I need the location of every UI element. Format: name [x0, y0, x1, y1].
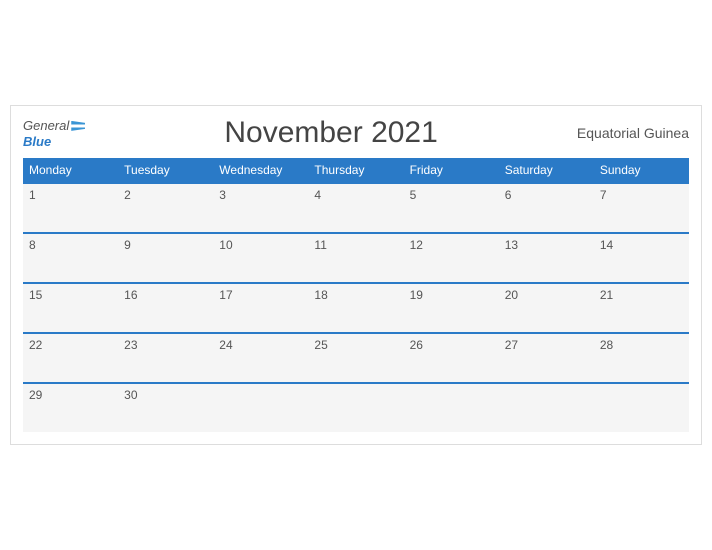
- week-row-3: 15 16 17 18 19 20 21: [23, 283, 689, 333]
- day-number: 10: [219, 238, 232, 252]
- day-cell: 26: [404, 333, 499, 383]
- day-cell: 16: [118, 283, 213, 333]
- day-cell: 18: [308, 283, 403, 333]
- day-cell: 4: [308, 183, 403, 233]
- day-cell: 20: [499, 283, 594, 333]
- day-number: 20: [505, 288, 518, 302]
- calendar-header: General Blue November 2021 Equatorial Gu…: [23, 116, 689, 150]
- logo-general-text: General: [23, 117, 85, 135]
- day-number: 7: [600, 188, 607, 202]
- day-cell: 13: [499, 233, 594, 283]
- weekday-header-sunday: Sunday: [594, 158, 689, 183]
- week-row-5: 29 30: [23, 383, 689, 432]
- day-cell: [404, 383, 499, 432]
- day-number: 13: [505, 238, 518, 252]
- day-cell: 17: [213, 283, 308, 333]
- day-cell: [499, 383, 594, 432]
- weekday-header-wednesday: Wednesday: [213, 158, 308, 183]
- day-number: 30: [124, 388, 137, 402]
- country-label: Equatorial Guinea: [577, 125, 689, 141]
- weekday-header-row: MondayTuesdayWednesdayThursdayFridaySatu…: [23, 158, 689, 183]
- day-number: 17: [219, 288, 232, 302]
- day-number: 27: [505, 338, 518, 352]
- day-number: 2: [124, 188, 131, 202]
- day-number: 25: [314, 338, 327, 352]
- day-number: 18: [314, 288, 327, 302]
- day-cell: 9: [118, 233, 213, 283]
- day-number: 23: [124, 338, 137, 352]
- day-cell: 27: [499, 333, 594, 383]
- day-number: 11: [314, 238, 326, 252]
- day-cell: 2: [118, 183, 213, 233]
- day-cell: 3: [213, 183, 308, 233]
- calendar-table: MondayTuesdayWednesdayThursdayFridaySatu…: [23, 158, 689, 432]
- week-row-1: 1 2 3 4 5 6 7: [23, 183, 689, 233]
- day-number: 29: [29, 388, 42, 402]
- day-cell: [213, 383, 308, 432]
- day-number: 3: [219, 188, 226, 202]
- day-cell: 21: [594, 283, 689, 333]
- day-cell: 23: [118, 333, 213, 383]
- logo-blue-text: Blue: [23, 135, 85, 149]
- weekday-header-saturday: Saturday: [499, 158, 594, 183]
- weekday-header-thursday: Thursday: [308, 158, 403, 183]
- day-cell: 14: [594, 233, 689, 283]
- day-cell: [308, 383, 403, 432]
- day-cell: [594, 383, 689, 432]
- day-cell: 1: [23, 183, 118, 233]
- day-cell: 12: [404, 233, 499, 283]
- day-number: 16: [124, 288, 137, 302]
- logo: General Blue: [23, 117, 85, 149]
- calendar-title: November 2021: [224, 116, 437, 150]
- day-number: 6: [505, 188, 512, 202]
- calendar-container: General Blue November 2021 Equatorial Gu…: [10, 105, 702, 445]
- day-cell: 25: [308, 333, 403, 383]
- day-number: 8: [29, 238, 36, 252]
- week-row-2: 8 9 10 11 12 13 14: [23, 233, 689, 283]
- weekday-header-monday: Monday: [23, 158, 118, 183]
- day-cell: 8: [23, 233, 118, 283]
- day-cell: 7: [594, 183, 689, 233]
- day-cell: 5: [404, 183, 499, 233]
- day-cell: 19: [404, 283, 499, 333]
- day-number: 19: [410, 288, 423, 302]
- day-cell: 29: [23, 383, 118, 432]
- day-cell: 10: [213, 233, 308, 283]
- day-number: 22: [29, 338, 42, 352]
- day-cell: 6: [499, 183, 594, 233]
- day-number: 12: [410, 238, 423, 252]
- weekday-header-friday: Friday: [404, 158, 499, 183]
- day-number: 15: [29, 288, 42, 302]
- day-number: 28: [600, 338, 613, 352]
- day-cell: 30: [118, 383, 213, 432]
- day-number: 21: [600, 288, 613, 302]
- day-number: 5: [410, 188, 417, 202]
- day-number: 26: [410, 338, 423, 352]
- week-row-4: 22 23 24 25 26 27 28: [23, 333, 689, 383]
- day-cell: 22: [23, 333, 118, 383]
- day-number: 9: [124, 238, 131, 252]
- day-number: 4: [314, 188, 321, 202]
- day-cell: 11: [308, 233, 403, 283]
- day-cell: 15: [23, 283, 118, 333]
- day-cell: 28: [594, 333, 689, 383]
- day-number: 24: [219, 338, 232, 352]
- day-cell: 24: [213, 333, 308, 383]
- logo-flag-icon: [71, 121, 85, 131]
- day-number: 14: [600, 238, 613, 252]
- weekday-header-tuesday: Tuesday: [118, 158, 213, 183]
- day-number: 1: [29, 188, 36, 202]
